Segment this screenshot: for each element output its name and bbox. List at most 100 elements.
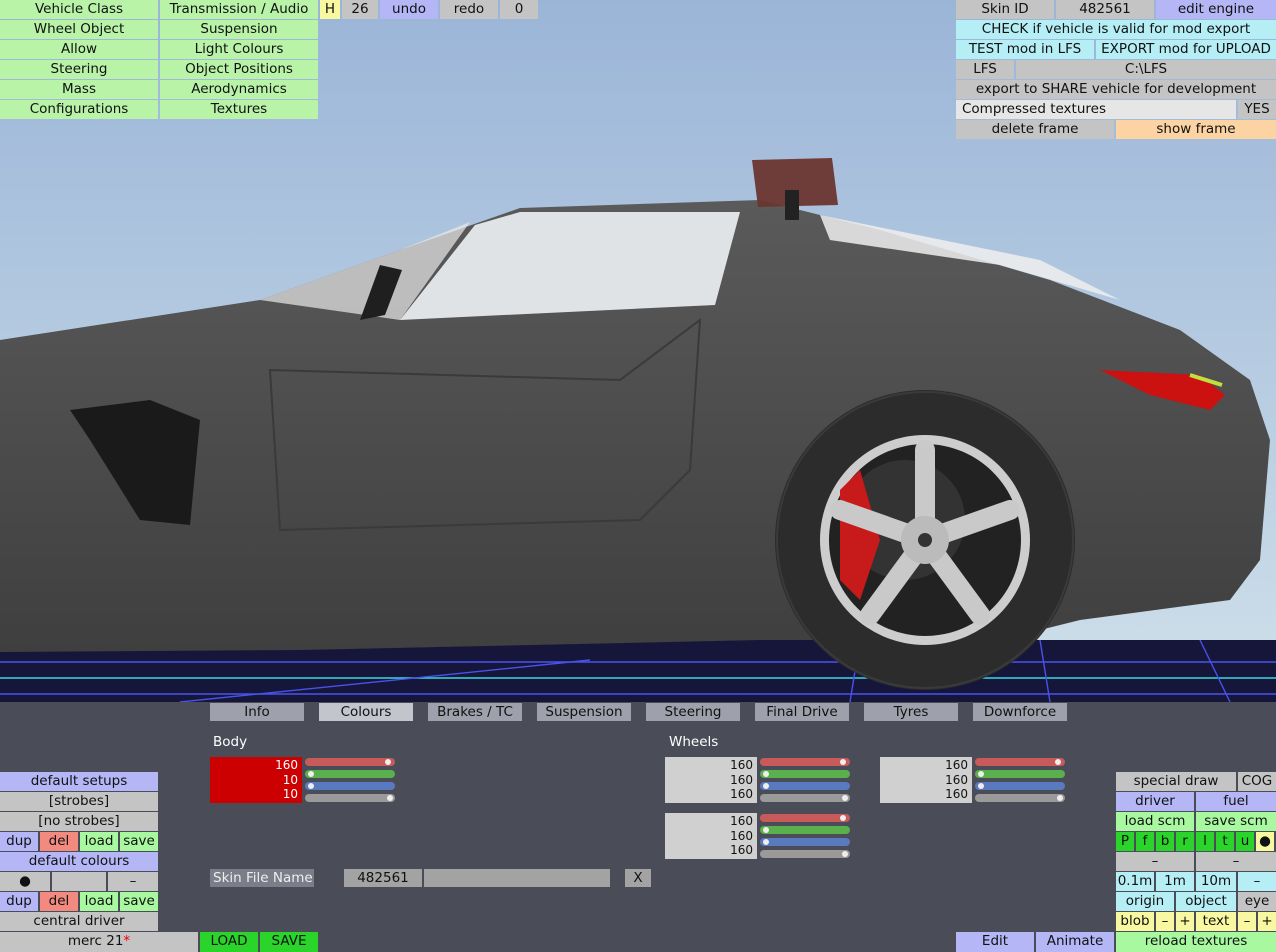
load-colour-button[interactable]: load [80,892,118,911]
scale-1m-button[interactable]: 1m [1156,872,1194,891]
wheel3-green-slider[interactable] [760,826,850,834]
dup-colour-button[interactable]: dup [0,892,38,911]
tab-downforce[interactable]: Downforce [973,703,1067,721]
strobes-button[interactable]: [strobes] [0,792,158,811]
central-driver-button[interactable]: central driver [0,912,158,931]
save-colour-button[interactable]: save [120,892,158,911]
menu-light-colours[interactable]: Light Colours [160,40,318,59]
save-setup-button[interactable]: save [120,832,158,851]
lfs-path-field[interactable]: C:\LFS [1016,60,1276,79]
redo-button[interactable]: redo [440,0,498,19]
scale-0-1m-button[interactable]: 0.1m [1116,872,1154,891]
dup-setup-button[interactable]: dup [0,832,38,851]
compressed-textures-toggle[interactable]: YES [1238,100,1276,119]
object-button[interactable]: object [1176,892,1236,911]
wheel2-red-slider[interactable] [975,758,1065,766]
vehicle-name-field[interactable]: merc 21* [0,932,198,952]
scale-10m-button[interactable]: 10m [1196,872,1236,891]
tab-tyres[interactable]: Tyres [864,703,958,721]
tab-steering[interactable]: Steering [646,703,740,721]
scale-minus-button[interactable]: – [1238,872,1276,891]
tab-final-drive[interactable]: Final Drive [755,703,849,721]
view-button-b[interactable]: b [1156,832,1174,851]
undo-button[interactable]: undo [380,0,438,19]
wheel1-red-slider[interactable] [760,758,850,766]
edit-mode-button[interactable]: Edit [956,932,1034,952]
wheel2-alpha-slider-knob[interactable] [1057,795,1063,801]
check-valid-button[interactable]: CHECK if vehicle is valid for mod export [956,20,1276,39]
wheel-colour-swatch-1[interactable]: 160 160 160 [665,757,757,803]
wheel1-blue-slider[interactable] [760,782,850,790]
wheel3-green-slider-knob[interactable] [763,827,769,833]
export-share-button[interactable]: export to SHARE vehicle for development [956,80,1276,99]
skin-file-name-input[interactable] [424,869,610,887]
animate-mode-button[interactable]: Animate [1036,932,1114,952]
view-button-r[interactable]: r [1176,832,1194,851]
menu-wheel-object[interactable]: Wheel Object [0,20,158,39]
wheel-colour-swatch-2[interactable]: 160 160 160 [880,757,972,803]
wheel3-alpha-slider[interactable] [760,850,850,858]
wheel1-alpha-slider-knob[interactable] [842,795,848,801]
menu-transmission-audio[interactable]: Transmission / Audio [160,0,318,19]
default-setups-button[interactable]: default setups [0,772,158,791]
wheel2-green-slider[interactable] [975,770,1065,778]
wheel1-blue-slider-knob[interactable] [763,783,769,789]
view-button-dot[interactable]: ● [1256,832,1274,851]
default-colours-button[interactable]: default colours [0,852,158,871]
body-colour-swatch[interactable]: 160 10 10 [210,757,302,803]
colour-dot-button[interactable]: ● [0,872,50,891]
load-scm-button[interactable]: load scm [1116,812,1194,831]
wheel1-red-slider-knob[interactable] [840,759,846,765]
tab-colours[interactable]: Colours [319,703,413,721]
wheel2-green-slider-knob[interactable] [978,771,984,777]
wheel2-red-slider-knob[interactable] [1055,759,1061,765]
tab-suspension[interactable]: Suspension [537,703,631,721]
menu-aerodynamics[interactable]: Aerodynamics [160,80,318,99]
wheel1-alpha-slider[interactable] [760,794,850,802]
menu-suspension[interactable]: Suspension [160,20,318,39]
body-green-slider-knob[interactable] [308,771,314,777]
special-draw-button[interactable]: special draw [1116,772,1236,791]
eye-button[interactable]: eye [1238,892,1276,911]
wheel1-green-slider[interactable] [760,770,850,778]
text-button[interactable]: text [1196,912,1236,931]
del-colour-button[interactable]: del [40,892,78,911]
load-setup-button[interactable]: load [80,832,118,851]
wheel2-blue-slider-knob[interactable] [978,783,984,789]
wheel3-red-slider[interactable] [760,814,850,822]
tab-info[interactable]: Info [210,703,304,721]
body-green-slider[interactable] [305,770,395,778]
save-scm-button[interactable]: save scm [1196,812,1276,831]
wheel-colour-swatch-3[interactable]: 160 160 160 [665,813,757,859]
del-setup-button[interactable]: del [40,832,78,851]
text-minus-button[interactable]: – [1238,912,1256,931]
body-red-slider-knob[interactable] [385,759,391,765]
wheel2-blue-slider[interactable] [975,782,1065,790]
view-button-u[interactable]: u [1236,832,1254,851]
view-button-f[interactable]: f [1136,832,1154,851]
save-vehicle-button[interactable]: SAVE [260,932,318,952]
view-dash-button-2[interactable]: – [1196,852,1276,871]
text-plus-button[interactable]: + [1258,912,1276,931]
tab-brakes-tc[interactable]: Brakes / TC [428,703,522,721]
menu-mass[interactable]: Mass [0,80,158,99]
menu-textures[interactable]: Textures [160,100,318,119]
wheel2-alpha-slider[interactable] [975,794,1065,802]
menu-configurations[interactable]: Configurations [0,100,158,119]
reload-textures-button[interactable]: reload textures [1116,932,1276,952]
cog-button[interactable]: COG [1238,772,1276,791]
export-mod-button[interactable]: EXPORT mod for UPLOAD [1096,40,1276,59]
body-alpha-slider-knob[interactable] [387,795,393,801]
show-frame-button[interactable]: show frame [1116,120,1276,139]
driver-button[interactable]: driver [1116,792,1194,811]
delete-frame-button[interactable]: delete frame [956,120,1114,139]
menu-vehicle-class[interactable]: Vehicle Class [0,0,158,19]
clear-skin-button[interactable]: X [625,869,651,887]
blob-plus-button[interactable]: + [1176,912,1194,931]
origin-button[interactable]: origin [1116,892,1174,911]
fuel-button[interactable]: fuel [1196,792,1276,811]
wheel1-green-slider-knob[interactable] [763,771,769,777]
blob-button[interactable]: blob [1116,912,1154,931]
menu-allow[interactable]: Allow [0,40,158,59]
body-red-slider[interactable] [305,758,395,766]
